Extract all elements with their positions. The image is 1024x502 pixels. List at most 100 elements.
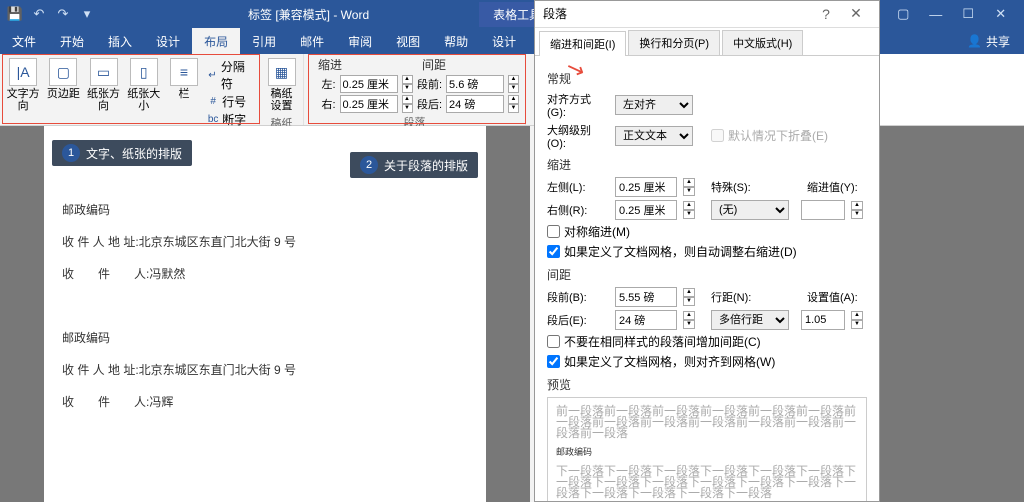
indentby-input[interactable] (801, 200, 845, 220)
setval-input[interactable] (801, 310, 845, 330)
tab-insert[interactable]: 插入 (96, 28, 144, 54)
dtab-indent[interactable]: 缩进和间距(I) (539, 31, 626, 56)
after-spin[interactable]: ▲▼ (508, 95, 519, 113)
dtab-chinese[interactable]: 中文版式(H) (722, 30, 803, 55)
dialog-title: 段落 (543, 5, 567, 22)
size-icon: ▯ (130, 58, 158, 86)
tab-mailings[interactable]: 邮件 (288, 28, 336, 54)
tab-help[interactable]: 帮助 (432, 28, 480, 54)
columns-button[interactable]: ≡栏 (165, 56, 203, 102)
line-numbers-item[interactable]: #行号 (207, 93, 253, 110)
callout-number: 2 (360, 156, 378, 174)
indent-right-input[interactable] (340, 95, 398, 113)
doc-blank (880, 126, 1024, 502)
outline-select[interactable]: 正文文本 (615, 126, 693, 146)
tab-view[interactable]: 视图 (384, 28, 432, 54)
special-select[interactable]: (无) (711, 200, 789, 220)
dtab-break[interactable]: 换行和分页(P) (628, 30, 720, 55)
group-paragraph: 缩进间距 左: ▲▼ 段前: ▲▼ 右: ▲▼ 段后: ▲▼ 段落 (304, 54, 526, 125)
sec-spacing: 间距 (547, 266, 867, 283)
doc-line: 收 件 人:冯默然 (62, 260, 468, 288)
before-input[interactable] (446, 75, 504, 93)
save-icon[interactable]: 💾 (4, 3, 26, 25)
group-manuscript: ▦稿纸 设置 稿纸 (260, 54, 304, 125)
orientation-button[interactable]: ▭纸张方向 (84, 56, 122, 114)
paragraph-dialog: 段落 ? ✕ 缩进和间距(I) 换行和分页(P) 中文版式(H) 常规 对齐方式… (534, 0, 880, 502)
redo-icon[interactable]: ↷ (52, 3, 74, 25)
grid-align-check[interactable] (547, 355, 560, 368)
document-area: 收 件 人:古笃诚 邮政编码 收 件 人 地 址:北京东城区东直门北大街 9 号… (0, 126, 530, 502)
indent-left-spin[interactable]: ▲▼ (402, 75, 413, 93)
tab-layout[interactable]: 布局 (192, 28, 240, 54)
text-direction-button[interactable]: |A文字方向 (4, 56, 42, 114)
tab-review[interactable]: 审阅 (336, 28, 384, 54)
left-spin[interactable]: ▲▼ (683, 178, 695, 196)
setval-spin[interactable]: ▲▼ (851, 311, 863, 329)
tab-design[interactable]: 设计 (144, 28, 192, 54)
breaks-item[interactable]: ↵分隔符 (207, 58, 253, 92)
size-button[interactable]: ▯纸张大小 (125, 56, 163, 114)
spacing-head: 间距 (422, 56, 446, 73)
align-select[interactable]: 左对齐 (615, 95, 693, 115)
tab-table-design[interactable]: 设计 (480, 28, 528, 54)
left-input[interactable] (615, 177, 677, 197)
before-spin[interactable]: ▲▼ (508, 75, 519, 93)
columns-icon: ≡ (170, 58, 198, 86)
orientation-icon: ▭ (90, 58, 118, 86)
left-label: 左侧(L): (547, 179, 609, 195)
hyphen-icon: bc (207, 114, 219, 126)
special-label: 特殊(S): (711, 179, 761, 195)
after-input2[interactable] (615, 310, 677, 330)
indent-left-input[interactable] (340, 75, 398, 93)
align-label: 对齐方式(G): (547, 91, 609, 119)
tab-file[interactable]: 文件 (0, 28, 48, 54)
minimize-icon[interactable]: — (923, 7, 950, 22)
before-spin2[interactable]: ▲▼ (683, 288, 695, 306)
tab-home[interactable]: 开始 (48, 28, 96, 54)
before-label2: 段前(B): (547, 289, 609, 305)
sym-check[interactable] (547, 225, 560, 238)
close-button[interactable]: ✕ (841, 5, 871, 22)
sec-general: 常规 (547, 70, 867, 87)
manuscript-button[interactable]: ▦稿纸 设置 (264, 56, 299, 114)
help-button[interactable]: ? (811, 6, 841, 22)
grid-indent-check[interactable] (547, 245, 560, 258)
indent-right-spin[interactable]: ▲▼ (402, 95, 413, 113)
rightbar: ▢ — ☐ ✕ 👤共享 (880, 0, 1024, 502)
share-button[interactable]: 👤共享 (880, 28, 1024, 54)
after-input[interactable] (446, 95, 504, 113)
linesp-select[interactable]: 多倍行距 (711, 310, 789, 330)
ribbon-opts-icon[interactable]: ▢ (890, 6, 917, 22)
indent-left-label: 左: (310, 76, 336, 92)
linenum-icon: # (207, 96, 219, 108)
indent-head: 缩进 (318, 56, 342, 73)
nosame-check[interactable] (547, 335, 560, 348)
doc-line: 收 件 人 地 址:北京东城区东直门北大街 9 号 (62, 228, 468, 256)
right-spin[interactable]: ▲▼ (683, 201, 695, 219)
outline-label: 大纲级别(O): (547, 122, 609, 150)
right-input[interactable] (615, 200, 677, 220)
tab-references[interactable]: 引用 (240, 28, 288, 54)
dialog-tabs: 缩进和间距(I) 换行和分页(P) 中文版式(H) (535, 28, 879, 56)
more-icon[interactable]: ▾ (76, 3, 98, 25)
undo-icon[interactable]: ↶ (28, 3, 50, 25)
indentby-spin[interactable]: ▲▼ (851, 201, 863, 219)
manuscript-icon: ▦ (268, 58, 296, 86)
margins-button[interactable]: ▢页边距 (44, 56, 82, 102)
text-direction-icon: |A (9, 58, 37, 86)
before-input2[interactable] (615, 287, 677, 307)
maximize-icon[interactable]: ☐ (955, 6, 982, 22)
page-setup-stack: ↵分隔符 #行号 bc断字 (205, 56, 255, 130)
linesp-label: 行距(N): (711, 289, 761, 305)
doc-line: 邮政编码 (62, 196, 468, 224)
before-label: 段前: (417, 76, 443, 92)
after-spin2[interactable]: ▲▼ (683, 311, 695, 329)
sec-preview: 预览 (547, 376, 867, 393)
ribbon-blank (880, 54, 1024, 126)
close-icon[interactable]: ✕ (988, 6, 1015, 22)
quick-access: 💾 ↶ ↷ ▾ (4, 3, 98, 25)
indent-right-label: 右: (310, 96, 336, 112)
group-page-setup: |A文字方向 ▢页边距 ▭纸张方向 ▯纸张大小 ≡栏 ↵分隔符 #行号 bc断字… (0, 54, 260, 125)
dialog-titlebar: 段落 ? ✕ (535, 1, 879, 28)
sec-indent: 缩进 (547, 156, 867, 173)
